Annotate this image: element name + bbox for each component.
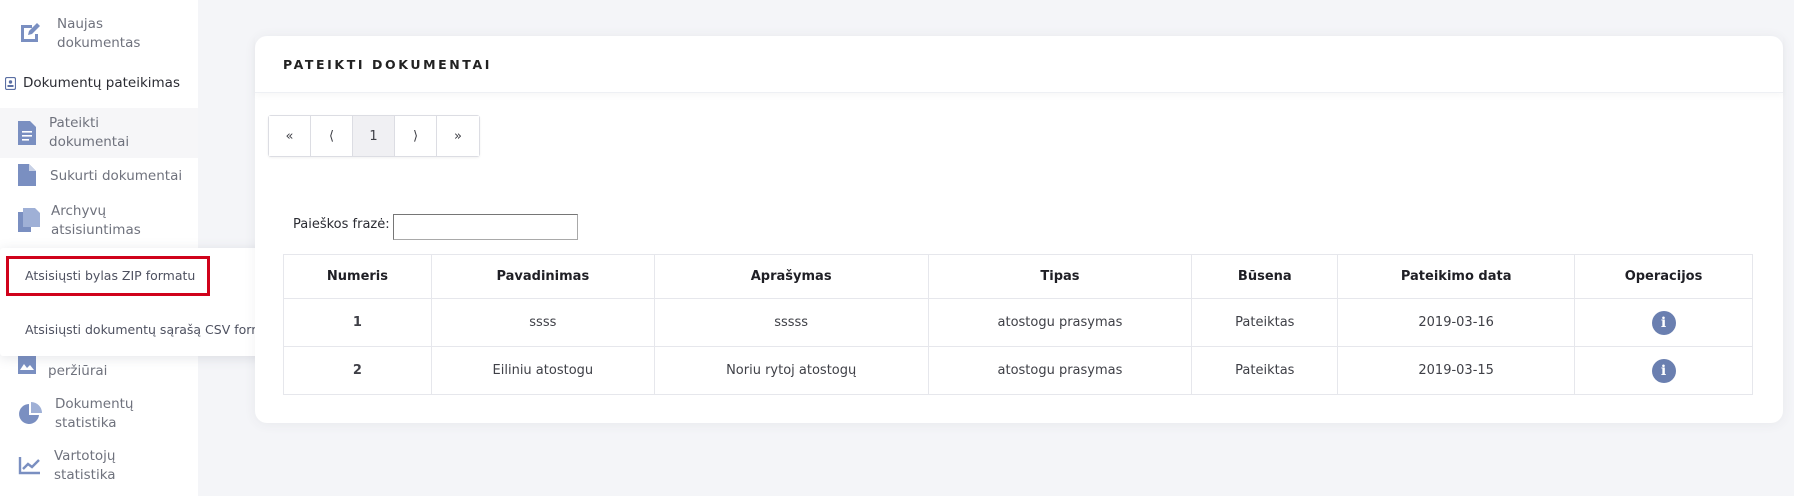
column-header-busena[interactable]: Būsena (1191, 254, 1339, 299)
cell-pateikimo-data: 2019-03-16 (1337, 298, 1576, 347)
column-header-numeris[interactable]: Numeris (283, 254, 432, 299)
sidebar-item-label: Dokumentų statistika (55, 396, 134, 431)
sidebar-item-naujas-dokumentas[interactable]: Naujas dokumentas (0, 14, 198, 54)
download-zip-option[interactable]: Atsisiųsti bylas ZIP formatu (25, 268, 195, 283)
cell-numeris: 2 (283, 346, 432, 395)
column-header-tipas[interactable]: Tipas (927, 254, 1193, 299)
line-chart-icon (18, 457, 40, 475)
table-row: 1 ssss sssss atostogu prasymas Pateiktas… (283, 298, 1753, 347)
cell-pavadinimas: ssss (430, 298, 655, 347)
cell-aprasymas: Noriu rytoj atostogų (653, 346, 929, 395)
archive-download-dropdown: Atsisiųsti bylas ZIP formatu Atsisiųsti … (0, 248, 295, 356)
first-page-button[interactable]: « (269, 116, 311, 156)
table-header-row: Numeris Pavadinimas Aprašymas Tipas Būse… (283, 254, 1753, 299)
sidebar-item-label: Vartotojų statistika (54, 448, 116, 483)
column-header-pavadinimas[interactable]: Pavadinimas (430, 254, 655, 299)
cell-tipas: atostogu prasymas (927, 298, 1193, 347)
sidebar-section-label: Dokumentų pateikimas (23, 75, 180, 91)
column-header-operacijos: Operacijos (1574, 254, 1753, 299)
file-icon (18, 164, 36, 186)
sidebar-item-archyvu-atsisiuntimas[interactable]: Archyvų atsisiuntimas (0, 200, 198, 240)
page-1-button[interactable]: 1 (353, 116, 395, 156)
sidebar-item-label: peržiūrai (48, 363, 108, 379)
sidebar-item-vartotoju-statistika[interactable]: Vartotojų statistika (0, 446, 198, 486)
cell-pavadinimas: Eiliniu atostogu (430, 346, 655, 395)
submitted-documents-card: PATEIKTI DOKUMENTAI « ⟨ 1 ⟩ » Paieškos f… (255, 36, 1783, 423)
cell-operacijos: i (1574, 298, 1753, 347)
sidebar-item-label: Pateikti dokumentai (49, 115, 130, 150)
documents-table: Numeris Pavadinimas Aprašymas Tipas Būse… (283, 254, 1753, 395)
cell-busena: Pateiktas (1191, 346, 1339, 395)
info-icon[interactable]: i (1651, 310, 1676, 335)
pie-chart-icon (19, 402, 42, 424)
document-icon (18, 121, 36, 145)
column-header-aprasymas[interactable]: Aprašymas (653, 254, 929, 299)
cell-tipas: atostogu prasymas (927, 346, 1193, 395)
search-input[interactable] (393, 214, 578, 240)
search-label: Paieškos frazė: (293, 217, 390, 232)
page-title: PATEIKTI DOKUMENTAI (283, 57, 492, 72)
contact-card-icon (5, 77, 16, 90)
column-header-pateikimo-data[interactable]: Pateikimo data (1337, 254, 1576, 299)
sidebar-item-sukurti-dokumentai[interactable]: Sukurti dokumentai (0, 164, 198, 188)
copy-icon (18, 208, 40, 232)
sidebar-item-label: Archyvų atsisiuntimas (51, 203, 141, 238)
next-page-button[interactable]: ⟩ (395, 116, 437, 156)
card-header: PATEIKTI DOKUMENTAI (255, 36, 1783, 93)
cell-operacijos: i (1574, 346, 1753, 395)
info-icon[interactable]: i (1651, 358, 1676, 383)
cell-aprasymas: sssss (653, 298, 929, 347)
last-page-button[interactable]: » (437, 116, 479, 156)
cell-pateikimo-data: 2019-03-15 (1337, 346, 1576, 395)
sidebar-item-label: Naujas dokumentas (57, 16, 141, 51)
prev-page-button[interactable]: ⟨ (311, 116, 353, 156)
pagination: « ⟨ 1 ⟩ » (268, 115, 480, 157)
cell-numeris: 1 (283, 298, 432, 347)
sidebar-item-pateikti-dokumentai[interactable]: Pateikti dokumentai (0, 108, 198, 158)
edit-document-icon (21, 23, 40, 42)
sidebar-item-dokumentu-statistika[interactable]: Dokumentų statistika (0, 394, 198, 434)
download-csv-option[interactable]: Atsisiųsti dokumentų sąrašą CSV formatu (25, 322, 284, 337)
table-row: 2 Eiliniu atostogu Noriu rytoj atostogų … (283, 346, 1753, 395)
cell-busena: Pateiktas (1191, 298, 1339, 347)
sidebar-item-label: Sukurti dokumentai (50, 168, 183, 184)
sidebar-section-dokumentu-pateikimas[interactable]: Dokumentų pateikimas (0, 72, 198, 96)
